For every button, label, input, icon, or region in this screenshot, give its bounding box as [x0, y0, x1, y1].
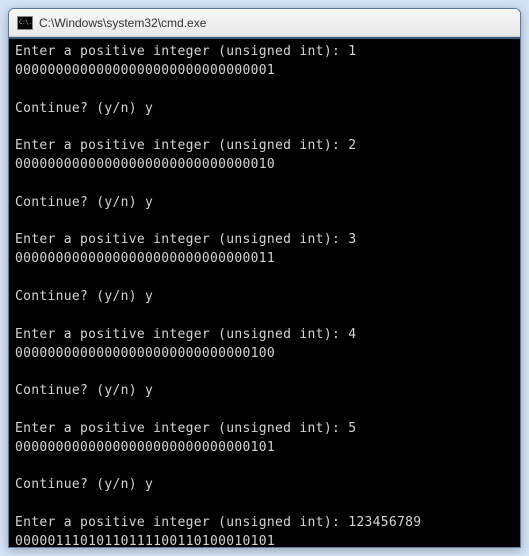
cmd-icon: C:\.	[17, 16, 33, 30]
console-output[interactable]: Enter a positive integer (unsigned int):…	[9, 37, 520, 547]
cmd-icon-text: C:\.	[19, 20, 31, 26]
cmd-window: C:\. C:\Windows\system32\cmd.exe Enter a…	[8, 8, 521, 548]
titlebar[interactable]: C:\. C:\Windows\system32\cmd.exe	[9, 9, 520, 37]
window-title: C:\Windows\system32\cmd.exe	[39, 16, 206, 30]
